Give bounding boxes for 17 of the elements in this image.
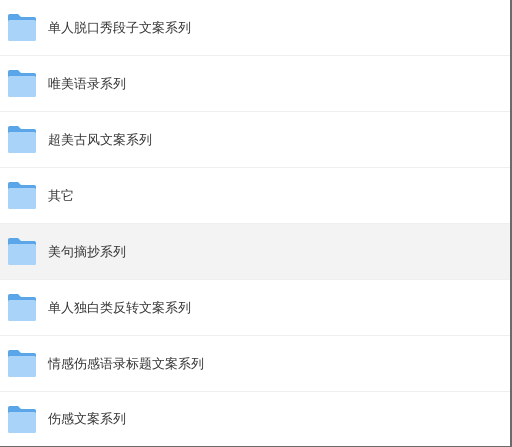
folder-name: 单人独白类反转文案系列	[48, 300, 191, 316]
folder-icon	[8, 126, 36, 153]
folder-name: 情感伤感语录标题文案系列	[48, 356, 204, 372]
folder-name: 美句摘抄系列	[48, 244, 126, 260]
folder-row[interactable]: 美句摘抄系列	[0, 224, 510, 280]
folder-icon	[8, 350, 36, 377]
folder-icon	[8, 70, 36, 97]
folder-icon	[8, 182, 36, 209]
folder-icon	[8, 14, 36, 41]
folder-name: 其它	[48, 188, 74, 204]
folder-name: 伤感文案系列	[48, 411, 126, 428]
folder-name: 超美古风文案系列	[48, 132, 152, 148]
folder-icon	[8, 294, 36, 321]
folder-name: 唯美语录系列	[48, 76, 126, 92]
folder-icon	[8, 238, 36, 265]
folder-name: 单人脱口秀段子文案系列	[48, 20, 191, 36]
folder-icon	[8, 406, 36, 432]
